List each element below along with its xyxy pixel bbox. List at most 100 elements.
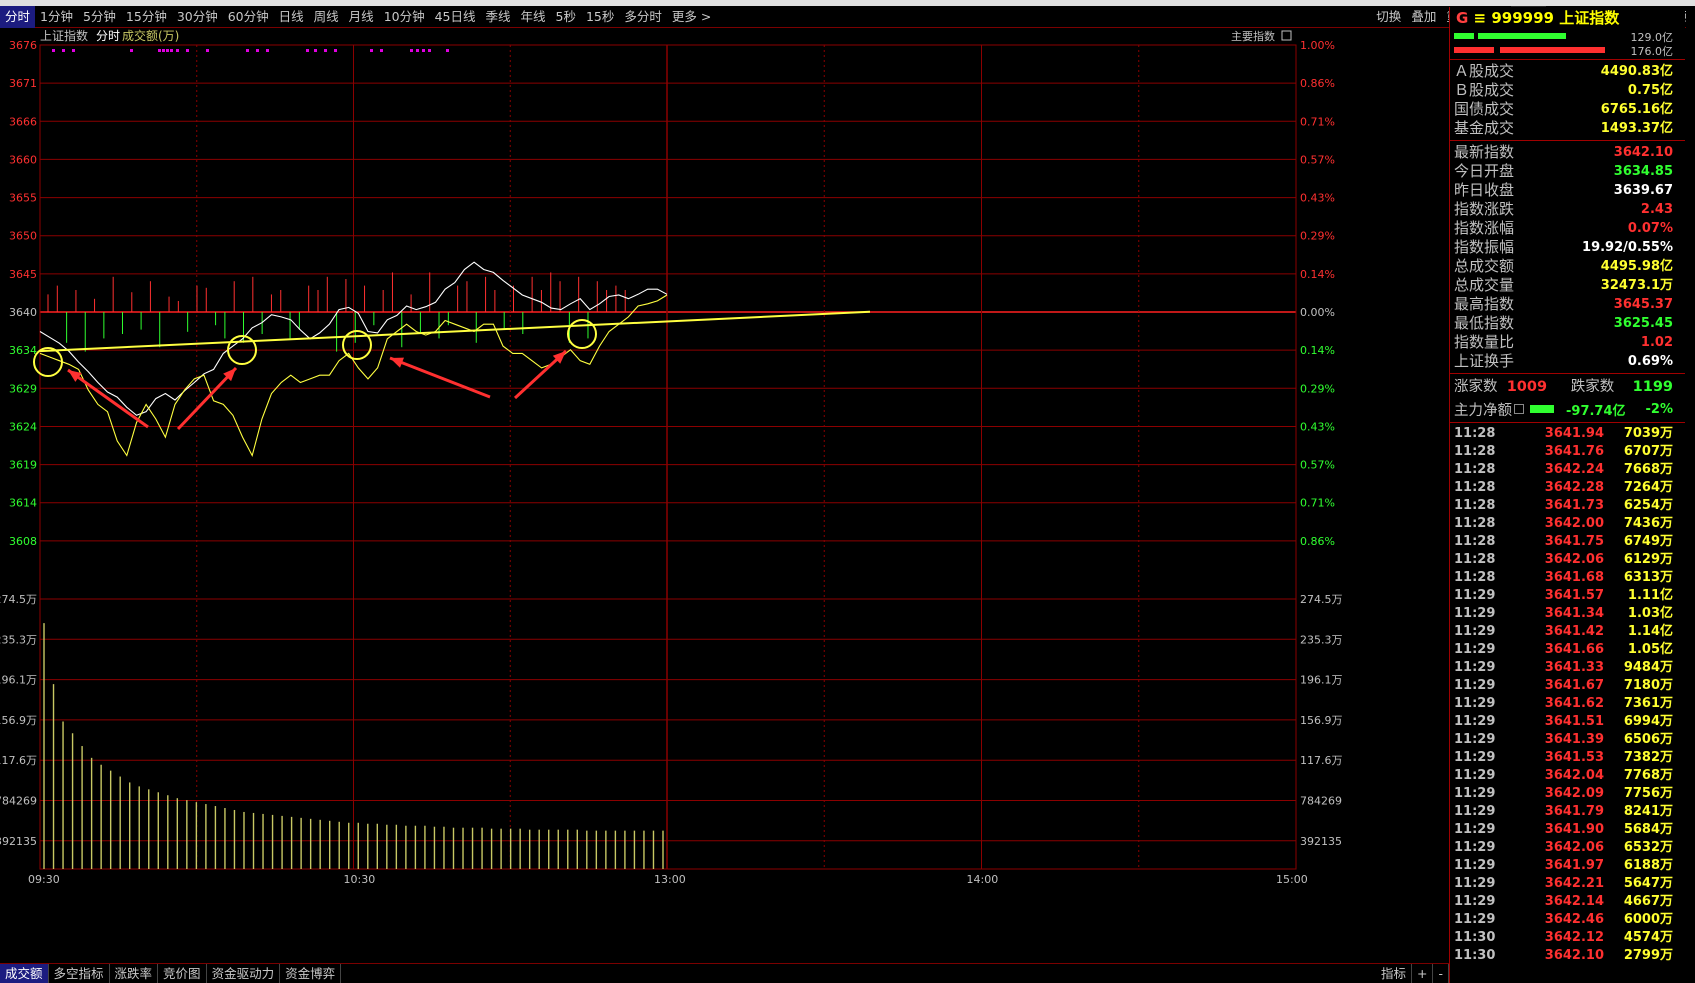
period-tab-8[interactable]: 月线	[344, 6, 379, 28]
tick-price: 3641.53	[1544, 750, 1604, 765]
stat-label: 最新指数	[1454, 143, 1515, 161]
signal-dot	[428, 49, 431, 52]
menu-icon[interactable]: ≡	[1474, 9, 1487, 27]
tick-row[interactable]: 11:28 3641.76 6707万	[1450, 443, 1685, 461]
tick-row[interactable]: 11:29 3642.04 7768万	[1450, 767, 1685, 785]
tick-row[interactable]: 11:28 3641.73 6254万	[1450, 497, 1685, 515]
tick-row[interactable]: 11:29 3642.21 5647万	[1450, 875, 1685, 893]
tick-row[interactable]: 11:29 3642.14 4667万	[1450, 893, 1685, 911]
signal-dot	[370, 49, 373, 52]
stat-row: 指数涨跌 2.43	[1450, 200, 1685, 219]
tick-row[interactable]: 11:29 3641.79 8241万	[1450, 803, 1685, 821]
period-tab-15[interactable]: 多分时	[619, 6, 667, 28]
period-tab-6[interactable]: 日线	[274, 6, 309, 28]
tick-price: 3642.04	[1544, 768, 1604, 783]
period-tab-2[interactable]: 5分钟	[78, 6, 121, 28]
tick-row[interactable]: 11:28 3642.28 7264万	[1450, 479, 1685, 497]
tick-row[interactable]: 11:28 3641.94 7039万	[1450, 425, 1685, 443]
tick-price: 3641.33	[1544, 660, 1604, 675]
stat-row: 总成交额 4495.98亿	[1450, 257, 1685, 276]
signal-dot	[324, 49, 327, 52]
tick-row[interactable]: 11:29 3641.53 7382万	[1450, 749, 1685, 767]
tick-row[interactable]: 11:29 3641.57 1.11亿	[1450, 587, 1685, 605]
volume-tick-label-right: 235.3万	[1300, 633, 1343, 646]
tick-row[interactable]: 11:29 3641.39 6506万	[1450, 731, 1685, 749]
tick-row[interactable]: 11:29 3642.46 6000万	[1450, 911, 1685, 929]
tick-time: 11:29	[1454, 660, 1496, 675]
flow-bar	[1530, 405, 1554, 413]
indicator-control-0[interactable]: 指标	[1376, 964, 1412, 983]
period-tab-0[interactable]: 分时	[0, 5, 36, 28]
tick-row[interactable]: 11:29 3641.66 1.05亿	[1450, 641, 1685, 659]
indicator-tab-3[interactable]: 竞价图	[158, 964, 207, 983]
tick-row[interactable]: 11:29 3641.97 6188万	[1450, 857, 1685, 875]
indicator-control-2[interactable]: -	[1433, 964, 1449, 983]
quote-panel: G ≡ 999999 上证指数 129.0亿 176.0亿 Ａ股成交 4490.8…	[1449, 7, 1685, 983]
tick-row[interactable]: 11:29 3641.34 1.03亿	[1450, 605, 1685, 623]
period-tab-12[interactable]: 年线	[516, 6, 551, 28]
tick-row[interactable]: 11:29 3642.06 6532万	[1450, 839, 1685, 857]
tick-row[interactable]: 11:30 3642.10 2799万	[1450, 947, 1685, 965]
tick-volume: 5684万	[1623, 822, 1673, 837]
period-tab-14[interactable]: 15秒	[581, 6, 619, 28]
tick-price: 3641.68	[1544, 570, 1604, 585]
action-button-1[interactable]: 叠加	[1406, 6, 1441, 28]
tick-row[interactable]: 11:28 3642.00 7436万	[1450, 515, 1685, 533]
price-tick-label: 3624	[9, 420, 37, 433]
period-tab-1[interactable]: 1分钟	[35, 6, 78, 28]
price-tick-label: 3645	[9, 268, 37, 281]
stat-label: Ａ股成交	[1454, 62, 1515, 80]
tick-row[interactable]: 11:30 3642.12 4574万	[1450, 929, 1685, 947]
tick-row[interactable]: 11:29 3641.67 7180万	[1450, 677, 1685, 695]
tick-row[interactable]: 11:29 3641.90 5684万	[1450, 821, 1685, 839]
tick-time: 11:29	[1454, 624, 1496, 639]
tick-row[interactable]: 11:29 3641.51 6994万	[1450, 713, 1685, 731]
tick-volume: 6129万	[1623, 552, 1673, 567]
tick-row[interactable]: 11:29 3641.42 1.14亿	[1450, 623, 1685, 641]
tick-price: 3642.06	[1544, 552, 1604, 567]
period-tab-3[interactable]: 15分钟	[121, 6, 172, 28]
tick-row[interactable]: 11:29 3642.09 7756万	[1450, 785, 1685, 803]
main-index-label: 主要指数	[1231, 29, 1275, 43]
intraday-chart[interactable]: 3676 1.00% 3671 0.86% 3666 0.71% 3660 0.57% 3655…	[0, 29, 1449, 963]
flow-toggle-icon[interactable]	[1514, 404, 1524, 414]
period-tab-9[interactable]: 10分钟	[379, 6, 430, 28]
tick-row[interactable]: 11:28 3642.06 6129万	[1450, 551, 1685, 569]
stat-value: 4495.98亿	[1600, 259, 1673, 274]
stat-label: 今日开盘	[1454, 162, 1515, 180]
indicator-tab-2[interactable]: 涨跌率	[110, 964, 159, 983]
tick-row[interactable]: 11:28 3642.24 7668万	[1450, 461, 1685, 479]
main-index-toggle-icon[interactable]	[1281, 30, 1292, 41]
period-tab-11[interactable]: 季线	[481, 6, 516, 28]
tick-price: 3642.06	[1544, 840, 1604, 855]
tick-list[interactable]: 11:28 3641.94 7039万 11:28 3641.76 6707万 11:28 3…	[1450, 425, 1685, 965]
tick-time: 11:28	[1454, 534, 1496, 549]
indicator-control-1[interactable]: +	[1412, 964, 1434, 983]
period-tab-4[interactable]: 30分钟	[172, 6, 223, 28]
stat-label: 国债成交	[1454, 100, 1515, 118]
period-tab-10[interactable]: 45日线	[430, 6, 481, 28]
indicator-tab-4[interactable]: 资金驱动力	[207, 964, 281, 983]
price-tick-label: 3640	[9, 306, 37, 319]
tick-time: 11:29	[1454, 822, 1496, 837]
volume-tick-label: 196.1万	[0, 674, 37, 687]
tick-row[interactable]: 11:28 3641.75 6749万	[1450, 533, 1685, 551]
action-button-0[interactable]: 切换	[1371, 6, 1406, 28]
g-badge[interactable]: G	[1456, 9, 1468, 27]
indicator-tab-0[interactable]: 成交额	[0, 964, 49, 983]
period-tab-13[interactable]: 5秒	[551, 6, 581, 28]
stat-row: 上证换手 0.69%	[1450, 352, 1685, 371]
tick-row[interactable]: 11:29 3641.33 9484万	[1450, 659, 1685, 677]
volume-tick-label: 784269	[0, 794, 37, 807]
indicator-tab-5[interactable]: 资金博弈	[280, 964, 342, 983]
stat-row: 指数振幅 19.92/0.55%	[1450, 238, 1685, 257]
period-tab-5[interactable]: 60分钟	[223, 6, 274, 28]
period-tab-7[interactable]: 周线	[309, 6, 344, 28]
indicator-tab-1[interactable]: 多空指标	[49, 964, 110, 983]
tick-price: 3642.28	[1544, 480, 1604, 495]
period-tab-16[interactable]: 更多 >	[667, 6, 716, 28]
tick-row[interactable]: 11:29 3641.62 7361万	[1450, 695, 1685, 713]
tick-volume: 6994万	[1623, 714, 1673, 729]
tick-price: 3642.00	[1544, 516, 1604, 531]
tick-row[interactable]: 11:28 3641.68 6313万	[1450, 569, 1685, 587]
